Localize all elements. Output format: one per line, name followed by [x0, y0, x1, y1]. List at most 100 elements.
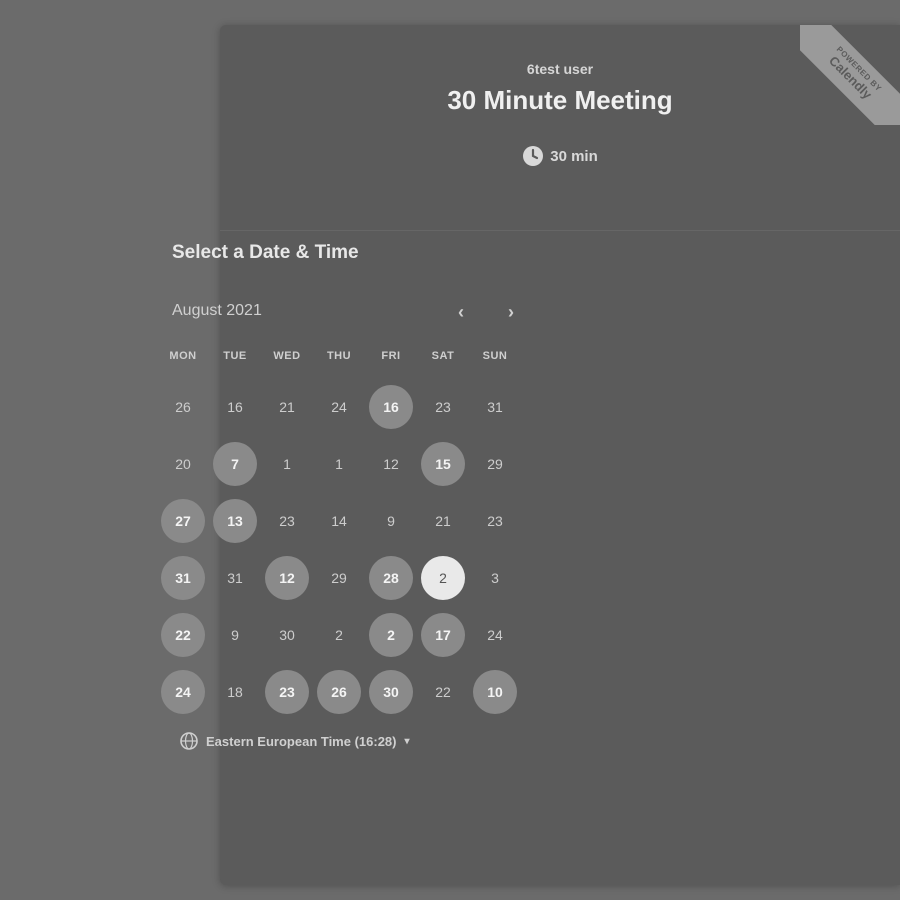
unavailable-date: 1 — [335, 455, 343, 472]
day-cell: 30 — [261, 606, 313, 663]
day-cell: 23 — [261, 663, 313, 720]
day-cell: 24 — [157, 663, 209, 720]
powered-by-badge[interactable]: POWERED BY Calendly — [800, 25, 900, 125]
event-duration: 30 min — [220, 145, 900, 167]
weekday-label: SUN — [482, 350, 508, 362]
day-cell: 15 — [417, 435, 469, 492]
available-date-button[interactable]: 30 — [369, 669, 413, 714]
day-cell: 10 — [469, 663, 521, 720]
day-cell: 2 — [417, 549, 469, 606]
day-cell: 31 — [157, 549, 209, 606]
available-date-button[interactable]: 26 — [317, 669, 361, 714]
day-cell: 9 — [209, 606, 261, 663]
day-cell: 1 — [261, 435, 313, 492]
available-date-button[interactable]: 28 — [369, 555, 413, 600]
available-date-button[interactable]: 17 — [421, 612, 465, 657]
day-cell: 9 — [365, 492, 417, 549]
available-date-button[interactable]: 22 — [161, 612, 205, 657]
day-cell: 27 — [157, 492, 209, 549]
unavailable-date: 2 — [335, 626, 343, 643]
available-date-button[interactable]: 16 — [369, 384, 413, 429]
unavailable-date: 9 — [387, 512, 395, 529]
day-cell: 20 — [157, 435, 209, 492]
day-cell: 17 — [417, 606, 469, 663]
weekday-label: FRI — [381, 350, 401, 362]
day-cell: 23 — [469, 492, 521, 549]
unavailable-date: 14 — [331, 512, 347, 529]
day-cell: 23 — [417, 378, 469, 435]
day-cell: 29 — [469, 435, 521, 492]
chevron-right-icon[interactable]: › — [499, 300, 523, 324]
available-date-button[interactable]: 12 — [265, 555, 309, 600]
unavailable-date: 23 — [279, 512, 295, 529]
available-date-button[interactable]: 2 — [369, 612, 413, 657]
caret-down-icon: ▾ — [404, 735, 410, 747]
day-cell: 26 — [313, 663, 365, 720]
available-date-button[interactable]: 7 — [213, 441, 257, 486]
month-navigation: August 2021 ‹ › — [172, 300, 522, 324]
unavailable-date: 24 — [331, 398, 347, 415]
unavailable-date: 26 — [175, 398, 191, 415]
unavailable-date: 9 — [231, 626, 239, 643]
event-title: 30 Minute Meeting — [447, 85, 673, 115]
day-cell: 12 — [365, 435, 417, 492]
weekday-label: SAT — [431, 350, 455, 362]
unavailable-date: 21 — [279, 398, 295, 415]
available-date-button[interactable]: 27 — [161, 498, 205, 543]
unavailable-date: 20 — [175, 455, 191, 472]
day-cell: 22 — [417, 663, 469, 720]
unavailable-date: 24 — [487, 626, 503, 643]
unavailable-date: 16 — [227, 398, 243, 415]
day-cell: 24 — [313, 378, 365, 435]
timezone-label: Eastern European Time (16:28) — [206, 733, 397, 749]
clock-icon — [522, 145, 544, 167]
day-cell: 22 — [157, 606, 209, 663]
day-cell: 14 — [313, 492, 365, 549]
available-date-button[interactable]: 23 — [265, 669, 309, 714]
day-cell: 21 — [417, 492, 469, 549]
day-cell: 13 — [209, 492, 261, 549]
day-cell: 31 — [469, 378, 521, 435]
chevron-left-icon[interactable]: ‹ — [449, 300, 473, 324]
day-cell: 29 — [313, 549, 365, 606]
available-date-button[interactable]: 15 — [421, 441, 465, 486]
unavailable-date: 23 — [435, 398, 451, 415]
unavailable-date: 29 — [487, 455, 503, 472]
unavailable-date: 1 — [283, 455, 291, 472]
host-name: 6test user — [526, 61, 594, 77]
weekday-label: WED — [273, 350, 301, 362]
unavailable-date: 30 — [279, 626, 295, 643]
event-header: 6test user 30 Minute Meeting 30 min POWE… — [220, 25, 900, 231]
day-cell: 21 — [261, 378, 313, 435]
weekday-label: THU — [326, 350, 352, 362]
unavailable-date: 21 — [435, 512, 451, 529]
month-label: August 2021 — [172, 302, 262, 319]
day-cell: 31 — [209, 549, 261, 606]
unavailable-date: 31 — [487, 398, 503, 415]
day-cell: 23 — [261, 492, 313, 549]
unavailable-date: 12 — [383, 455, 399, 472]
day-cell: 1 — [313, 435, 365, 492]
section-title: Select a Date & Time — [172, 242, 359, 263]
globe-icon — [180, 732, 198, 750]
calendar-grid: 26 16 21 24 16 23 31 20 7 1 1 12 15 29 27 13 23 14 9 21 23 31… — [157, 378, 521, 720]
available-date-button[interactable]: 10 — [473, 669, 517, 714]
day-cell: 16 — [365, 378, 417, 435]
unavailable-date: 23 — [487, 512, 503, 529]
unavailable-date: 31 — [227, 569, 243, 586]
weekday-label: MON — [169, 350, 197, 362]
unavailable-date: 18 — [227, 683, 243, 700]
available-date-button[interactable]: 13 — [213, 498, 257, 543]
day-cell: 28 — [365, 549, 417, 606]
day-cell: 3 — [469, 549, 521, 606]
timezone-selector[interactable]: Eastern European Time (16:28) ▾ — [180, 732, 410, 750]
unavailable-date: 29 — [331, 569, 347, 586]
day-cell: 26 — [157, 378, 209, 435]
available-date-button[interactable]: 24 — [161, 669, 205, 714]
duration-label: 30 min — [550, 147, 598, 165]
day-cell: 2 — [365, 606, 417, 663]
day-cell: 16 — [209, 378, 261, 435]
available-date-button[interactable]: 31 — [161, 555, 205, 600]
day-cell: 24 — [469, 606, 521, 663]
selected-date-button[interactable]: 2 — [421, 555, 465, 600]
